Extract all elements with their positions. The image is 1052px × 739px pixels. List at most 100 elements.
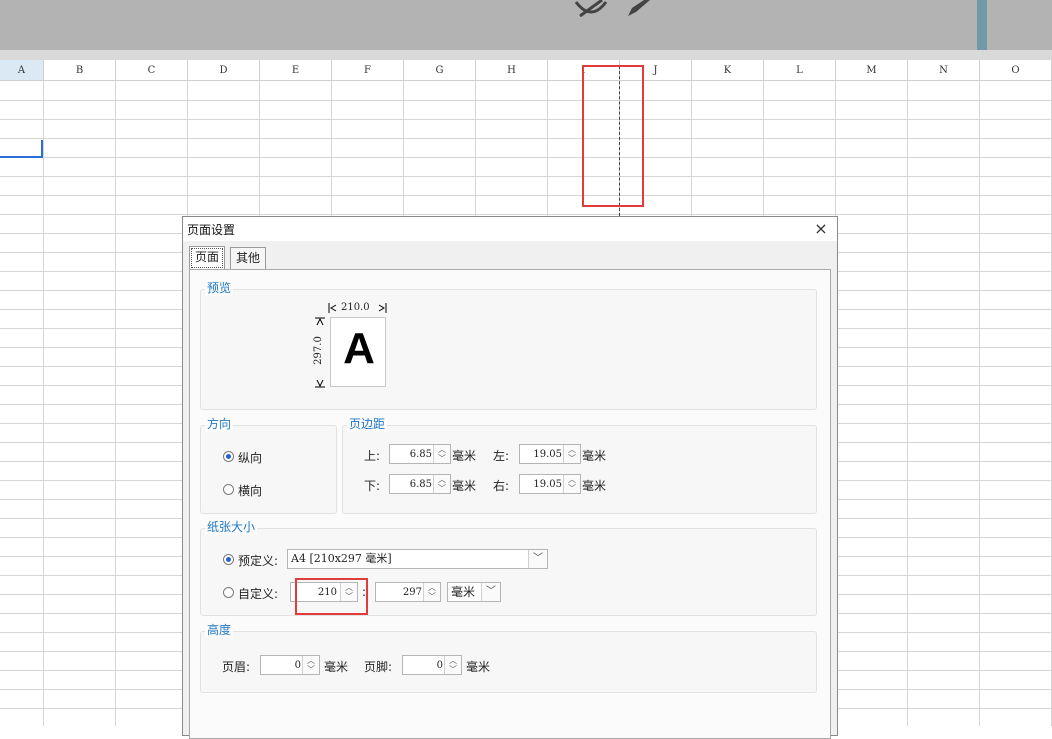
height-title: 高度 xyxy=(205,621,234,638)
paper-custom-height-input[interactable] xyxy=(376,583,424,601)
paper-custom-unit-value: 毫米 xyxy=(451,585,476,599)
paper-size-group: 纸张大小 xyxy=(200,518,817,616)
margin-top-spinner[interactable]: ︿﹀ xyxy=(389,444,451,464)
grid-row-line xyxy=(0,176,1052,177)
spin-down-icon[interactable]: ﹀ xyxy=(434,484,450,493)
spin-down-icon[interactable]: ﹀ xyxy=(434,454,450,463)
margin-left-label: 左: xyxy=(493,449,510,463)
paper-predefined-label[interactable]: 预定义: xyxy=(238,552,278,569)
pencil-icon[interactable] xyxy=(624,0,652,18)
spin-up-icon[interactable]: ︿ xyxy=(303,656,319,665)
spin-up-icon[interactable]: ︿ xyxy=(434,475,450,484)
footer-spinner[interactable]: ︿﹀ xyxy=(402,655,462,675)
orientation-landscape-radio[interactable] xyxy=(223,484,234,495)
spin-up-icon[interactable]: ︿ xyxy=(434,445,450,454)
margin-right-label: 右: xyxy=(493,479,510,493)
active-cell[interactable] xyxy=(0,140,43,158)
margin-bottom-spinner[interactable]: ︿﹀ xyxy=(389,474,451,494)
preview-title: 预览 xyxy=(205,279,234,296)
highlight-box-page-break xyxy=(582,65,644,207)
margins-group: 页边距 xyxy=(342,415,817,514)
orientation-portrait-label[interactable]: 纵向 xyxy=(238,449,262,466)
spin-down-icon[interactable]: ﹀ xyxy=(303,665,319,674)
spin-up-icon[interactable]: ︿ xyxy=(424,583,440,592)
margin-bottom-unit: 毫米 xyxy=(452,479,477,493)
column-header-a[interactable]: A xyxy=(0,60,44,81)
spin-down-icon[interactable]: ﹀ xyxy=(445,665,461,674)
margin-left-unit: 毫米 xyxy=(582,449,607,463)
spin-down-icon[interactable]: ﹀ xyxy=(564,484,580,493)
preview-page: A xyxy=(330,317,386,387)
header-spinner[interactable]: ︿﹀ xyxy=(260,655,320,675)
column-header-d[interactable]: D xyxy=(188,60,260,81)
margin-left-input[interactable] xyxy=(520,445,564,463)
column-header-h[interactable]: H xyxy=(476,60,548,81)
header-unit: 毫米 xyxy=(324,660,349,674)
column-header-f[interactable]: F xyxy=(332,60,404,81)
margin-right-spinner[interactable]: ︿﹀ xyxy=(519,474,581,494)
preview-width-label: 210.0 xyxy=(341,302,370,313)
orientation-title: 方向 xyxy=(205,415,234,432)
paper-predefined-radio[interactable] xyxy=(223,554,234,565)
spin-up-icon[interactable]: ︿ xyxy=(564,445,580,454)
scroll-indicator xyxy=(977,0,987,50)
paper-custom-label[interactable]: 自定义: xyxy=(238,585,278,602)
paper-custom-radio[interactable] xyxy=(223,587,234,598)
column-header-k[interactable]: K xyxy=(692,60,764,81)
paper-custom-height-spinner[interactable]: ︿﹀ xyxy=(375,582,441,602)
footer-input[interactable] xyxy=(403,656,445,674)
spin-up-icon[interactable]: ︿ xyxy=(445,656,461,665)
tab-other[interactable]: 其他 xyxy=(230,247,267,269)
column-header-l[interactable]: L xyxy=(764,60,836,81)
margin-right-unit: 毫米 xyxy=(582,479,607,493)
grid-row-line xyxy=(0,138,1052,139)
header-label: 页眉: xyxy=(222,660,251,674)
column-header-m[interactable]: M xyxy=(836,60,908,81)
grid-row-line xyxy=(0,195,1052,196)
orientation-portrait-radio[interactable] xyxy=(223,451,234,462)
grid-row-line xyxy=(0,100,1052,101)
margin-top-unit: 毫米 xyxy=(452,449,477,463)
grid-row-line xyxy=(0,119,1052,120)
close-icon[interactable]: × xyxy=(813,221,829,237)
column-header-c[interactable]: C xyxy=(116,60,188,81)
grid-row-line xyxy=(0,157,1052,158)
spin-down-icon[interactable]: ﹀ xyxy=(424,592,440,601)
margin-bottom-input[interactable] xyxy=(390,475,434,493)
spin-down-icon[interactable]: ﹀ xyxy=(564,454,580,463)
highlight-box-custom-width xyxy=(295,578,368,615)
paper-predefined-select[interactable]: A4 [210x297 毫米] ﹀ xyxy=(287,549,548,569)
column-header-n[interactable]: N xyxy=(908,60,980,81)
toolbar xyxy=(0,0,1052,50)
column-header-o[interactable]: O xyxy=(980,60,1052,81)
dialog-title: 页面设置 xyxy=(187,223,236,237)
orientation-group: 方向 xyxy=(200,415,337,514)
dialog-titlebar xyxy=(183,217,837,241)
margin-right-input[interactable] xyxy=(520,475,564,493)
paper-custom-unit-select[interactable]: 毫米 ﹀ xyxy=(447,582,501,602)
margin-left-spinner[interactable]: ︿﹀ xyxy=(519,444,581,464)
column-header-b[interactable]: B xyxy=(44,60,116,81)
toolbar-separator xyxy=(0,50,1052,60)
preview-sample-letter: A xyxy=(343,324,375,373)
preview-group: 预览 xyxy=(200,279,817,410)
margins-title: 页边距 xyxy=(347,415,388,432)
chevron-down-icon[interactable]: ﹀ xyxy=(528,550,547,568)
orientation-landscape-label[interactable]: 横向 xyxy=(238,482,262,499)
margin-top-input[interactable] xyxy=(390,445,434,463)
chevron-down-icon[interactable]: ﹀ xyxy=(481,583,500,601)
column-header-e[interactable]: E xyxy=(260,60,332,81)
paper-predefined-value: A4 [210x297 毫米] xyxy=(291,552,392,565)
footer-label: 页脚: xyxy=(364,660,393,674)
header-input[interactable] xyxy=(261,656,303,674)
tab-page[interactable]: 页面 xyxy=(189,246,226,270)
footer-unit: 毫米 xyxy=(466,660,491,674)
column-header-g[interactable]: G xyxy=(404,60,476,81)
hide-eye-icon[interactable] xyxy=(572,0,610,20)
paper-size-title: 纸张大小 xyxy=(205,518,258,535)
margin-top-label: 上: xyxy=(364,449,381,463)
grid-row-line xyxy=(0,214,1052,215)
spin-up-icon[interactable]: ︿ xyxy=(564,475,580,484)
preview-height-label: 297.0 xyxy=(312,336,324,365)
margin-bottom-label: 下: xyxy=(364,479,381,493)
